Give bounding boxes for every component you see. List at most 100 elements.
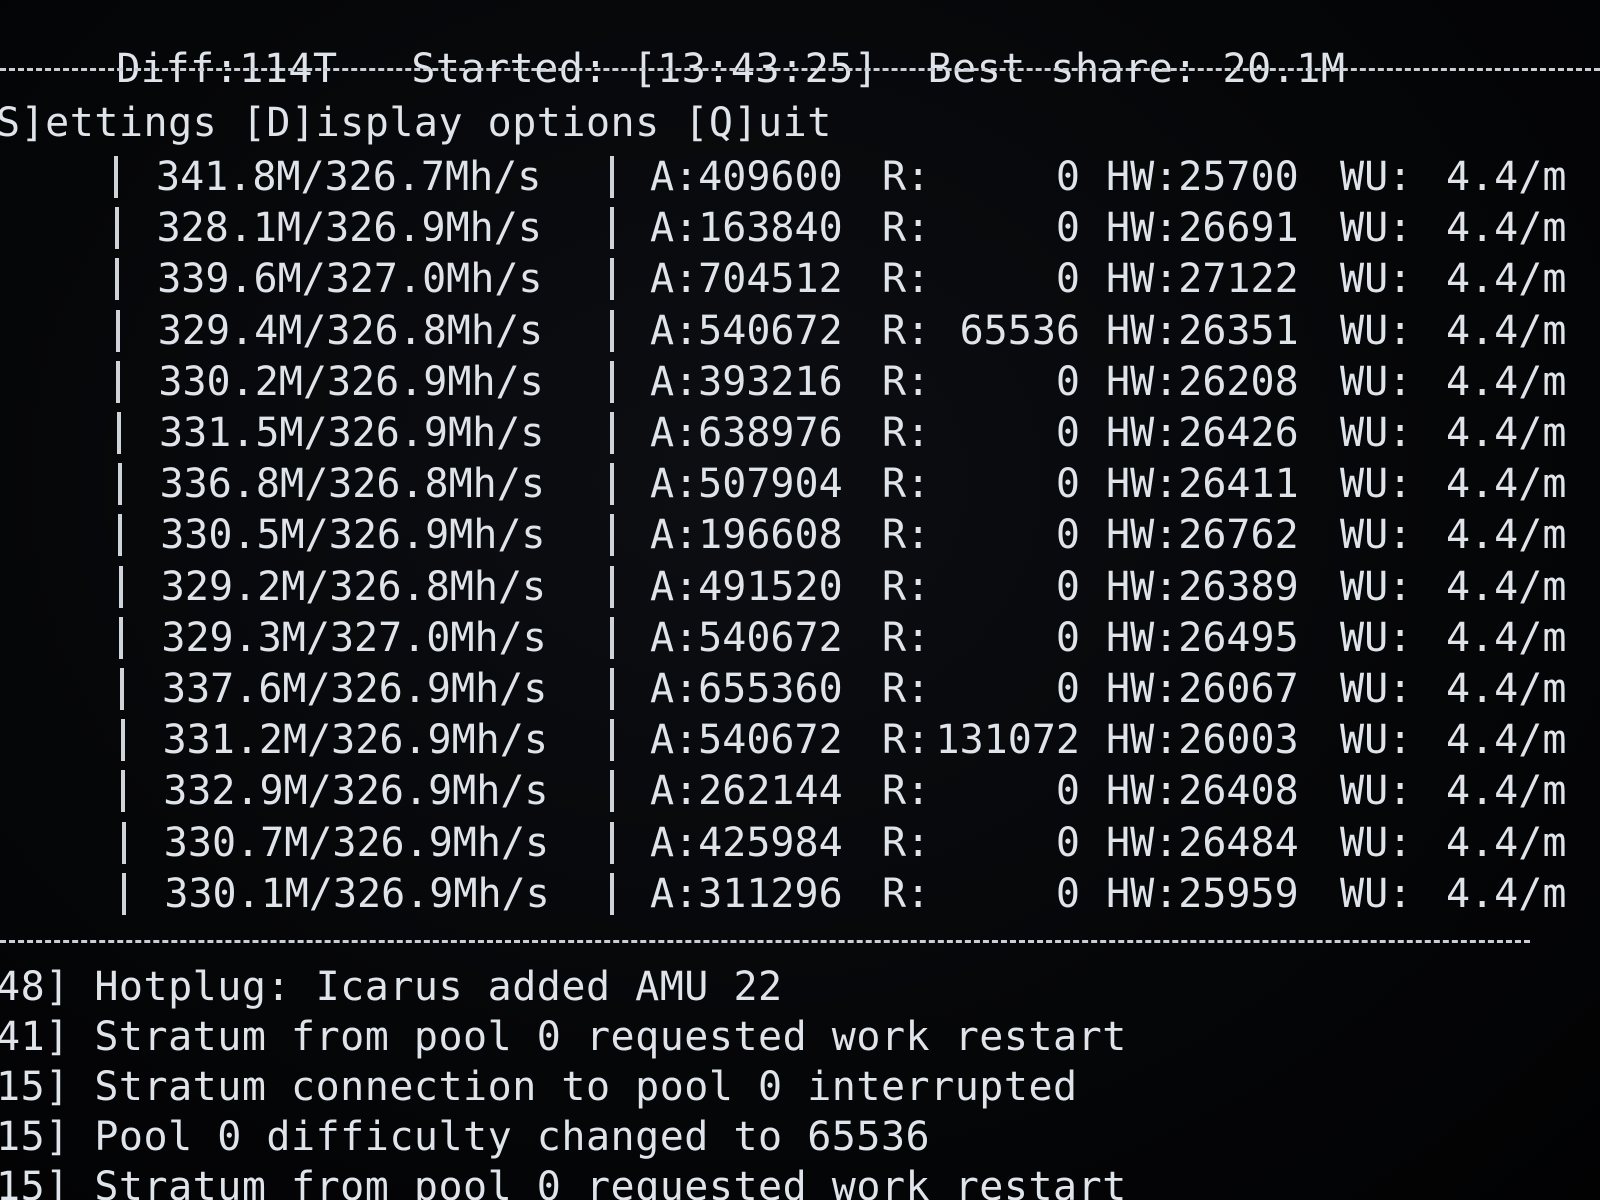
accepted-value: A:491520 bbox=[650, 563, 843, 610]
column-separator bbox=[610, 668, 614, 710]
work-utility-value: 4.4/m bbox=[1446, 154, 1567, 200]
column-separator bbox=[121, 821, 126, 864]
work-utility-value: 4.4/m bbox=[1446, 205, 1567, 252]
device-row: 330.7M/326.9Mh/s A:425984 R: 0 HW:26484 WU: 4.… bbox=[0, 818, 1600, 868]
menu-line[interactable]: S]ettings [D]isplay options [Q]uit bbox=[0, 98, 832, 148]
log-line: 48] Hotplug: Icarus added AMU 22 bbox=[0, 964, 783, 1010]
hashrate-value: 339.6M/327.0Mh/s bbox=[157, 256, 543, 303]
work-utility-label: WU: bbox=[1340, 512, 1413, 559]
device-row: 329.3M/327.0Mh/s A:540672 R: 0 HW:26495 WU: 4.… bbox=[0, 613, 1600, 663]
rejected-value: 0 bbox=[1055, 154, 1080, 200]
column-separator bbox=[114, 156, 118, 198]
column-separator bbox=[122, 872, 127, 915]
device-row: 331.5M/326.9Mh/s A:638976 R: 0 HW:26426 WU: 4.… bbox=[0, 408, 1600, 458]
column-separator bbox=[610, 207, 614, 250]
column-separator bbox=[610, 719, 614, 762]
rejected-label: R: bbox=[882, 307, 931, 354]
rejected-label: R: bbox=[882, 358, 931, 405]
hashrate-value: 330.2M/326.9Mh/s bbox=[158, 358, 544, 405]
rejected-value: 0 bbox=[1055, 410, 1080, 456]
work-utility-label: WU: bbox=[1340, 614, 1413, 661]
terminal-screen: Diff:114T Started: [13:43:25] Best share… bbox=[0, 0, 1600, 1200]
work-utility-label: WU: bbox=[1340, 358, 1413, 405]
column-separator bbox=[610, 514, 614, 557]
rejected-value: 0 bbox=[1055, 256, 1080, 303]
accepted-value: A:540672 bbox=[650, 614, 843, 661]
hashrate-value: 331.2M/326.9Mh/s bbox=[162, 717, 548, 764]
rejected-label: R: bbox=[882, 256, 931, 303]
column-separator bbox=[610, 770, 614, 813]
device-row: 328.1M/326.9Mh/s A:163840 R: 0 HW:26691 WU: 4.… bbox=[0, 203, 1600, 253]
rejected-value: 0 bbox=[1055, 563, 1080, 610]
work-utility-value: 4.4/m bbox=[1446, 410, 1567, 456]
log-line: 15] Pool 0 difficulty changed to 65536 bbox=[0, 1114, 931, 1160]
rejected-label: R: bbox=[882, 870, 931, 917]
column-separator bbox=[610, 463, 614, 506]
work-utility-label: WU: bbox=[1340, 870, 1413, 917]
rejected-value: 0 bbox=[1055, 461, 1080, 508]
column-separator bbox=[120, 668, 124, 710]
column-separator bbox=[119, 616, 124, 659]
hashrate-value: 328.1M/326.9Mh/s bbox=[156, 205, 542, 252]
work-utility-value: 4.4/m bbox=[1446, 256, 1567, 303]
column-separator bbox=[116, 360, 121, 403]
log-line: 41] Stratum from pool 0 requested work r… bbox=[0, 1014, 1127, 1060]
rejected-value: 0 bbox=[1055, 512, 1080, 559]
column-separator bbox=[115, 258, 120, 301]
rejected-label: R: bbox=[882, 410, 931, 456]
work-utility-value: 4.4/m bbox=[1446, 870, 1567, 917]
hardware-errors-value: HW:26003 bbox=[1106, 717, 1299, 764]
hashrate-value: 329.3M/327.0Mh/s bbox=[161, 614, 547, 661]
hardware-errors-value: HW:26411 bbox=[1106, 461, 1299, 508]
column-separator bbox=[118, 565, 123, 608]
hashrate-value: 341.8M/326.7Mh/s bbox=[156, 154, 542, 200]
accepted-value: A:163840 bbox=[650, 205, 843, 252]
device-row: 331.2M/326.9Mh/s A:540672 R: 131072 HW:26003… bbox=[0, 715, 1600, 765]
rejected-label: R: bbox=[882, 205, 931, 252]
work-utility-label: WU: bbox=[1340, 666, 1413, 712]
hashrate-value: 336.8M/326.8Mh/s bbox=[159, 461, 545, 508]
column-separator bbox=[121, 770, 126, 813]
rejected-value: 65536 bbox=[959, 307, 1080, 354]
column-separator bbox=[610, 156, 614, 198]
hashrate-value: 337.6M/326.9Mh/s bbox=[162, 666, 548, 712]
accepted-value: A:425984 bbox=[650, 819, 843, 866]
work-utility-label: WU: bbox=[1340, 563, 1413, 610]
hardware-errors-value: HW:26691 bbox=[1106, 205, 1299, 252]
rejected-value: 0 bbox=[1055, 666, 1080, 712]
rejected-value: 0 bbox=[1055, 205, 1080, 252]
hashrate-value: 332.9M/326.9Mh/s bbox=[163, 768, 549, 815]
rejected-label: R: bbox=[882, 614, 931, 661]
device-row: 329.2M/326.8Mh/s A:491520 R: 0 HW:26389 WU: 4.… bbox=[0, 562, 1600, 612]
work-utility-value: 4.4/m bbox=[1446, 307, 1567, 354]
work-utility-label: WU: bbox=[1340, 768, 1413, 815]
work-utility-value: 4.4/m bbox=[1446, 666, 1567, 712]
hashrate-value: 330.7M/326.9Mh/s bbox=[163, 819, 550, 866]
rejected-value: 0 bbox=[1055, 614, 1080, 661]
device-row: 339.6M/327.0Mh/s A:704512 R: 0 HW:27122 WU: 4.… bbox=[0, 254, 1600, 304]
rejected-value: 0 bbox=[1055, 768, 1080, 815]
rejected-label: R: bbox=[882, 819, 931, 866]
rejected-value: 0 bbox=[1055, 819, 1080, 866]
column-separator bbox=[610, 565, 614, 608]
hardware-errors-value: HW:26484 bbox=[1106, 819, 1299, 866]
accepted-value: A:540672 bbox=[650, 717, 843, 764]
accepted-value: A:409600 bbox=[650, 154, 843, 200]
column-separator bbox=[610, 258, 614, 301]
column-separator bbox=[610, 821, 614, 864]
work-utility-label: WU: bbox=[1340, 461, 1413, 508]
column-separator bbox=[118, 514, 123, 557]
work-utility-value: 4.4/m bbox=[1446, 768, 1567, 815]
accepted-value: A:196608 bbox=[650, 512, 843, 559]
top-divider bbox=[0, 68, 1600, 71]
work-utility-value: 4.4/m bbox=[1446, 563, 1567, 610]
hashrate-value: 331.5M/326.9Mh/s bbox=[159, 410, 545, 456]
rejected-label: R: bbox=[882, 768, 931, 815]
hardware-errors-value: HW:26426 bbox=[1106, 410, 1299, 456]
log-line: 15] Stratum connection to pool 0 interru… bbox=[0, 1064, 1078, 1110]
hardware-errors-value: HW:26762 bbox=[1106, 512, 1299, 559]
rejected-label: R: bbox=[882, 717, 931, 764]
rejected-label: R: bbox=[882, 461, 931, 508]
hardware-errors-value: HW:26351 bbox=[1106, 307, 1299, 354]
device-row: 337.6M/326.9Mh/s A:655360 R: 0 HW:26067 WU: 4.… bbox=[0, 664, 1600, 714]
